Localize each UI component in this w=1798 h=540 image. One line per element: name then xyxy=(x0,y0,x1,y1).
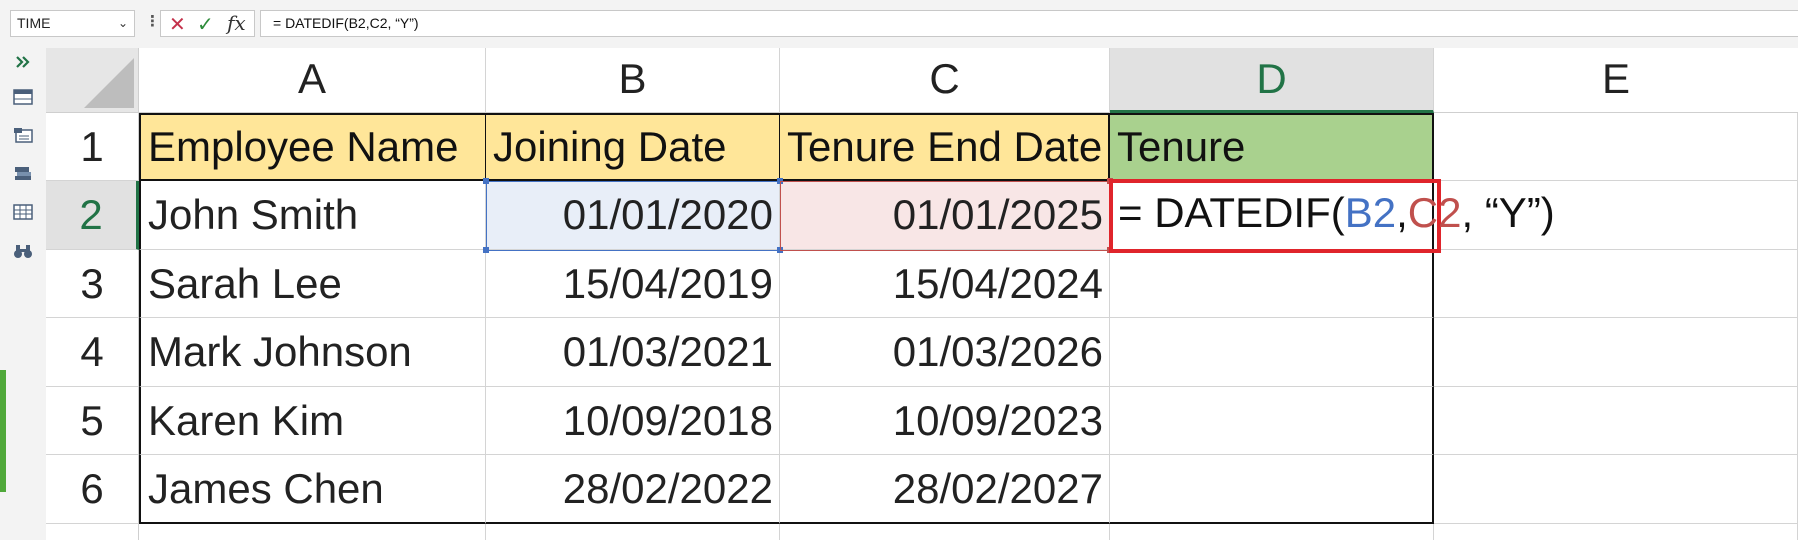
cell-e1[interactable] xyxy=(1434,113,1798,181)
cancel-icon[interactable]: ✕ xyxy=(169,12,186,36)
row-header-4[interactable]: 4 xyxy=(46,318,139,387)
select-all-corner[interactable] xyxy=(46,48,139,113)
cell-d6[interactable] xyxy=(1110,455,1434,524)
cell-d4[interactable] xyxy=(1110,318,1434,387)
table-icon[interactable] xyxy=(12,88,34,106)
spreadsheet-grid: A B C D E 1 2 3 4 5 6 Employee Name Join… xyxy=(46,48,1798,540)
row-header-1[interactable]: 1 xyxy=(46,113,139,181)
formula-input[interactable]: = DATEDIF(B2,C2, “Y”) xyxy=(260,10,1798,37)
cell-e6[interactable] xyxy=(1434,455,1798,524)
more-vertical-icon[interactable]: ⋮ xyxy=(145,12,160,30)
column-header-b[interactable]: B xyxy=(486,48,780,113)
name-box[interactable]: TIME ⌄ xyxy=(10,10,135,37)
grid-icon[interactable] xyxy=(12,203,34,221)
formula-sep: , xyxy=(1396,189,1408,236)
insert-function-icon[interactable]: fx xyxy=(227,11,246,35)
cell-b5[interactable]: 10/09/2018 xyxy=(486,387,780,455)
cell-c3[interactable]: 15/04/2024 xyxy=(780,250,1110,318)
cell-d2-editor[interactable]: = DATEDIF(B2,C2, “Y”) xyxy=(1118,189,1555,237)
cell-e4[interactable] xyxy=(1434,318,1798,387)
expand-chevrons-icon[interactable] xyxy=(12,53,34,71)
cell-c6[interactable]: 28/02/2027 xyxy=(780,455,1110,524)
formula-ref-c2: C2 xyxy=(1407,189,1462,236)
cell-a5[interactable]: Karen Kim xyxy=(139,387,486,455)
cell-b6[interactable]: 28/02/2022 xyxy=(486,455,780,524)
row-header-2[interactable]: 2 xyxy=(46,181,139,250)
formula-ref-b2: B2 xyxy=(1344,189,1397,236)
cell-b1[interactable]: Joining Date xyxy=(486,113,780,181)
binoculars-icon[interactable] xyxy=(12,242,34,260)
cell-b7[interactable] xyxy=(486,524,780,540)
column-header-a[interactable]: A xyxy=(139,48,486,113)
row-header-7[interactable] xyxy=(46,524,139,540)
cell-a2[interactable]: John Smith xyxy=(139,181,486,250)
cell-a7[interactable] xyxy=(139,524,486,540)
column-header-c[interactable]: C xyxy=(780,48,1110,113)
sheet-resize-handle[interactable] xyxy=(0,370,6,492)
reference-highlight-b2 xyxy=(486,181,781,251)
reference-highlight-c2 xyxy=(780,181,1111,251)
formula-suffix: , “Y”) xyxy=(1461,189,1555,236)
ref-handle[interactable] xyxy=(483,178,489,184)
form-icon[interactable] xyxy=(12,126,34,144)
cell-d5[interactable] xyxy=(1110,387,1434,455)
side-toolbar xyxy=(0,48,46,540)
chevron-down-icon[interactable]: ⌄ xyxy=(118,11,128,36)
formula-controls: ✕ ✓ fx xyxy=(160,10,255,37)
cell-b4[interactable]: 01/03/2021 xyxy=(486,318,780,387)
cell-b3[interactable]: 15/04/2019 xyxy=(486,250,780,318)
formula-bar: TIME ⌄ ⋮ ✕ ✓ fx = DATEDIF(B2,C2, “Y”) xyxy=(0,0,1798,48)
cell-d3[interactable] xyxy=(1110,250,1434,318)
row-header-5[interactable]: 5 xyxy=(46,387,139,455)
ref-handle[interactable] xyxy=(483,247,489,253)
cell-e5[interactable] xyxy=(1434,387,1798,455)
cell-c4[interactable]: 01/03/2026 xyxy=(780,318,1110,387)
row-header-6[interactable]: 6 xyxy=(46,455,139,524)
cell-c7[interactable] xyxy=(780,524,1110,540)
column-header-e[interactable]: E xyxy=(1434,48,1798,113)
cell-a6[interactable]: James Chen xyxy=(139,455,486,524)
cell-d7[interactable] xyxy=(1110,524,1434,540)
cell-c1[interactable]: Tenure End Date xyxy=(780,113,1110,181)
column-header-d[interactable]: D xyxy=(1110,48,1434,113)
cell-a1[interactable]: Employee Name xyxy=(139,113,486,181)
cell-c5[interactable]: 10/09/2023 xyxy=(780,387,1110,455)
formula-prefix: = DATEDIF( xyxy=(1118,189,1345,236)
row-header-3[interactable]: 3 xyxy=(46,250,139,318)
cell-d1[interactable]: Tenure xyxy=(1110,113,1434,181)
cell-e7[interactable] xyxy=(1434,524,1798,540)
enter-icon[interactable]: ✓ xyxy=(197,12,214,36)
cell-a4[interactable]: Mark Johnson xyxy=(139,318,486,387)
cell-e3[interactable] xyxy=(1434,250,1798,318)
name-box-value: TIME xyxy=(17,15,51,31)
cell-a3[interactable]: Sarah Lee xyxy=(139,250,486,318)
stack-icon[interactable] xyxy=(12,164,34,182)
